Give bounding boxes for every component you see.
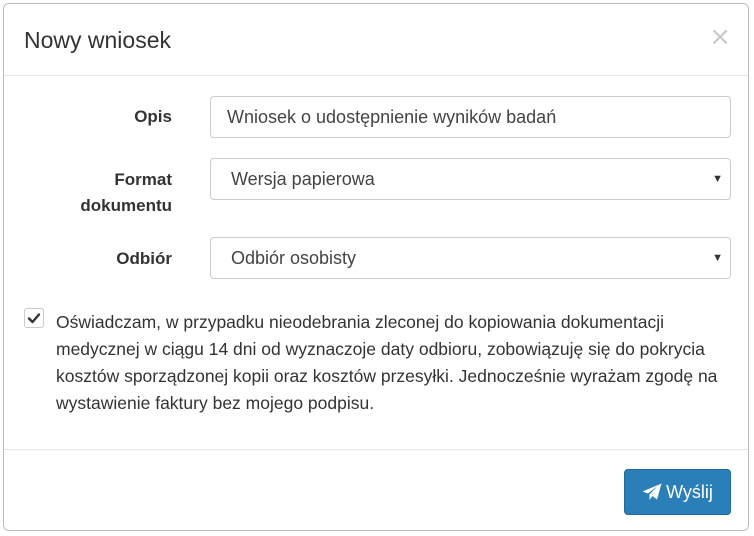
pickup-selected: Odbiór osobisty	[231, 248, 357, 268]
paper-plane-icon	[642, 483, 662, 500]
document-format-label-line2: dokumentu	[80, 196, 172, 215]
pickup-label: Odbiór	[116, 249, 172, 268]
document-format-label: Format dokumentu	[4, 167, 172, 219]
new-request-dialog: Nowy wniosek × Opis Format dokumentu Wer…	[3, 3, 749, 531]
send-button-label: Wyślij	[666, 481, 713, 502]
dialog-footer: Wyślij	[4, 449, 748, 530]
declaration-text: Oświadczam, w przypadku nieodebrania zle…	[56, 312, 718, 413]
document-format-select[interactable]: Wersja papierowa ▼	[210, 158, 731, 200]
close-icon: ×	[709, 22, 731, 52]
declaration-checkbox[interactable]	[24, 308, 44, 328]
dialog-title: Nowy wniosek	[24, 27, 171, 53]
document-format-label-line1: Format	[114, 170, 172, 189]
dialog-header: Nowy wniosek ×	[4, 4, 748, 76]
send-button[interactable]: Wyślij	[624, 469, 731, 515]
checkmark-icon	[27, 313, 41, 324]
description-input[interactable]	[210, 96, 731, 138]
pickup-select[interactable]: Odbiór osobisty ▼	[210, 237, 731, 279]
description-label: Opis	[134, 107, 172, 126]
close-button[interactable]: ×	[709, 24, 731, 50]
caret-down-icon: ▼	[712, 252, 723, 264]
caret-down-icon: ▼	[712, 173, 723, 185]
document-format-selected: Wersja papierowa	[231, 169, 375, 189]
